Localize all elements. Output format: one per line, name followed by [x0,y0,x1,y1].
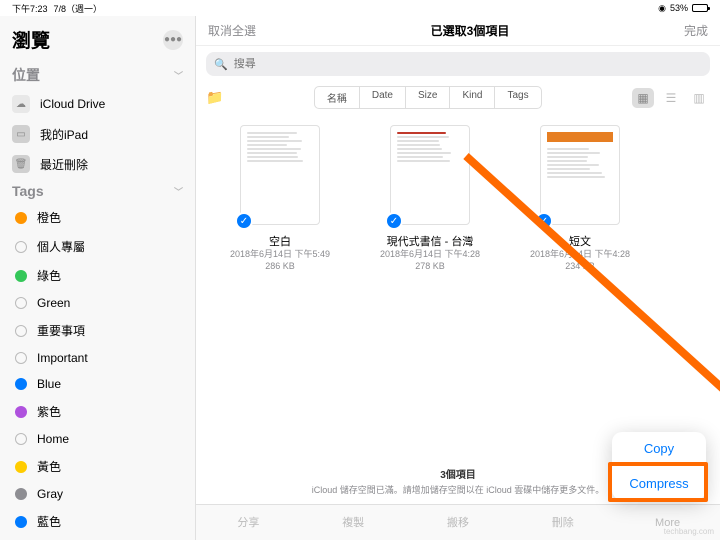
chevron-down-icon: ﹀ [174,185,183,198]
more-icon[interactable]: ●●● [163,30,183,50]
check-icon: ✓ [235,212,253,230]
watermark: techbang.com [664,527,714,536]
sort-kind[interactable]: Kind [450,87,495,108]
share-button[interactable]: 分享 [196,505,301,540]
context-menu: Copy Compress [612,432,706,500]
tag-dot-icon [15,406,27,418]
sidebar-tag-item[interactable]: 綠色 [0,261,195,290]
cloud-icon: ☁ [12,95,30,113]
sort-size[interactable]: Size [406,87,450,108]
sidebar-tag-item[interactable]: 藍色 [0,507,195,536]
bottom-toolbar: 分享 複製 搬移 刪除 More [196,504,720,540]
move-button[interactable]: 搬移 [406,505,511,540]
sort-tags[interactable]: Tags [495,87,540,108]
sidebar: 瀏覽 ●●● 位置 ﹀ ☁iCloud Drive ▭我的iPad 🗑最近刪除 … [0,16,196,540]
file-item[interactable]: ✓ 空白2018年6月14日 下午5:49286 KB [220,125,340,272]
search-input[interactable] [234,58,702,70]
new-folder-icon[interactable]: 📁 [206,89,223,106]
sidebar-tag-item[interactable]: Important [0,345,195,371]
check-icon: ✓ [385,212,403,230]
deselect-all-button[interactable]: 取消全選 [208,22,256,39]
file-thumbnail: ✓ [390,125,470,225]
tag-dot-icon [15,461,27,473]
menu-compress[interactable]: Compress [612,466,706,500]
sidebar-title: 瀏覽 [12,26,50,53]
column-view-icon[interactable]: ▥ [688,88,710,108]
menu-copy[interactable]: Copy [612,432,706,466]
trash-icon: 🗑 [12,155,30,173]
sort-segmented-control[interactable]: 名稱 Date Size Kind Tags [314,86,542,109]
grid-view-icon[interactable]: ▦ [632,88,654,108]
file-thumbnail: ✓ [540,125,620,225]
sidebar-tag-item[interactable]: 黃色 [0,452,195,481]
file-size: 278 KB [415,261,445,273]
status-time: 下午7:23 [12,2,48,15]
search-bar[interactable]: 🔍 [206,52,710,76]
sidebar-tag-item[interactable]: Blue [0,371,195,397]
file-item[interactable]: ✓ 短文2018年6月14日 下午4:28234 KB [520,125,640,272]
search-icon: 🔍 [214,58,228,71]
top-bar: 取消全選 已選取3個項目 完成 [196,16,720,46]
file-date: 2018年6月14日 下午4:28 [530,249,630,261]
wifi-icon: ◉ [658,3,666,14]
sidebar-item-icloud[interactable]: ☁iCloud Drive [0,89,195,119]
tag-dot-icon [15,488,27,500]
sidebar-item-recently-deleted[interactable]: 🗑最近刪除 [0,149,195,179]
file-date: 2018年6月14日 下午5:49 [230,249,330,261]
copy-button[interactable]: 複製 [301,505,406,540]
sidebar-tag-item[interactable]: Gray [0,481,195,507]
sidebar-item-ipad[interactable]: ▭我的iPad [0,119,195,149]
sort-date[interactable]: Date [360,87,406,108]
ipad-icon: ▭ [12,125,30,143]
sidebar-tag-item[interactable]: Green [0,290,195,316]
tag-dot-icon [15,241,27,253]
main-content: 取消全選 已選取3個項目 完成 🔍 📁 名稱 Date Size Kind Ta… [196,16,720,540]
status-date: 7/8（週一） [54,2,103,15]
file-thumbnail: ✓ [240,125,320,225]
tag-dot-icon [15,378,27,390]
sidebar-tag-item[interactable]: 橙色 [0,203,195,232]
sidebar-tag-item[interactable]: 紫色 [0,397,195,426]
tag-dot-icon [15,270,27,282]
sidebar-tag-item[interactable]: 重要事項 [0,316,195,345]
chevron-down-icon: ﹀ [174,69,183,82]
check-icon: ✓ [535,212,553,230]
list-view-icon[interactable]: ☰ [660,88,682,108]
tag-dot-icon [15,516,27,528]
tags-header[interactable]: Tags ﹀ [0,179,195,203]
delete-button[interactable]: 刪除 [510,505,615,540]
tag-dot-icon [15,325,27,337]
file-size: 234 KB [565,261,595,273]
tag-dot-icon [15,297,27,309]
battery-percent: 53% [670,3,688,13]
battery-icon [692,4,708,12]
tag-dot-icon [15,212,27,224]
tag-dot-icon [15,352,27,364]
locations-header[interactable]: 位置 ﹀ [0,61,195,89]
sidebar-tag-item[interactable]: 個人專屬 [0,232,195,261]
file-name: 現代式書信 - 台灣 [387,233,474,249]
selection-title: 已選取3個項目 [431,22,510,39]
tag-dot-icon [15,433,27,445]
done-button[interactable]: 完成 [684,22,708,39]
file-size: 286 KB [265,261,295,273]
file-grid: ✓空白2018年6月14日 下午5:49286 KB✓現代式書信 - 台灣201… [196,113,720,284]
file-item[interactable]: ✓ 現代式書信 - 台灣2018年6月14日 下午4:28278 KB [370,125,490,272]
file-date: 2018年6月14日 下午4:28 [380,249,480,261]
sidebar-tag-item[interactable]: Home [0,426,195,452]
sort-name[interactable]: 名稱 [315,87,360,108]
status-bar: 下午7:23 7/8（週一） ◉ 53% [0,0,720,16]
file-name: 短文 [569,233,591,249]
file-name: 空白 [269,233,291,249]
